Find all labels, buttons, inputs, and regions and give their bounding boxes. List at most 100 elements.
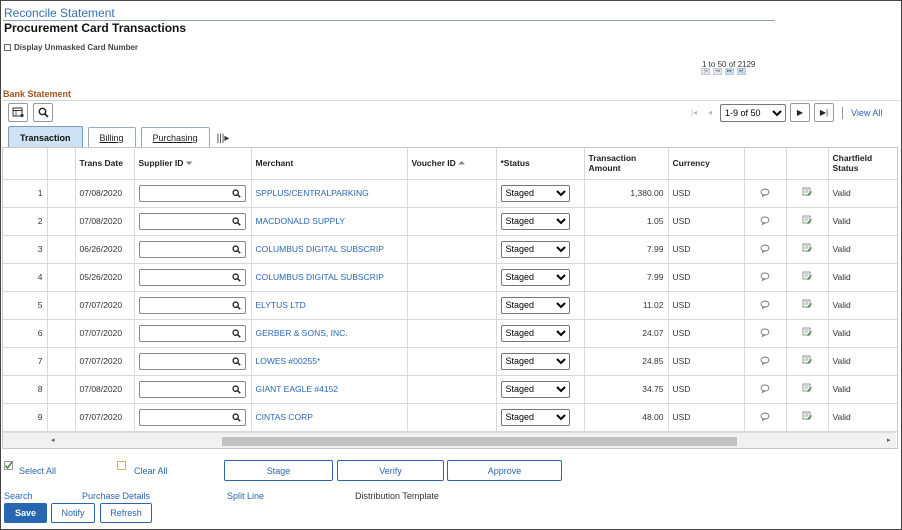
view-all-link[interactable]: View All (851, 108, 882, 118)
next-page-icon[interactable]: ▸▸ (725, 68, 734, 75)
stage-button[interactable]: Stage (224, 460, 333, 481)
status-select[interactable]: Staged (500, 408, 570, 426)
column-header-currency[interactable]: Currency (668, 148, 745, 180)
clear-all-link[interactable]: Clear All (134, 466, 168, 476)
supplier-id-input[interactable] (138, 240, 246, 258)
last-row-button[interactable]: ▶| (814, 103, 834, 122)
status-select[interactable]: Staged (500, 380, 570, 398)
status-select[interactable]: Staged (500, 240, 570, 258)
horizontal-scrollbar[interactable]: ◂ ▸ (3, 432, 896, 448)
status-select[interactable]: Staged (500, 296, 570, 314)
previous-row-icon[interactable]: ◂ (704, 104, 716, 122)
merchant-link[interactable]: COLUMBUS DIGITAL SUBSCRIP (256, 272, 384, 282)
comment-bubble-icon[interactable] (760, 300, 770, 310)
scroll-right-icon[interactable]: ▸ (887, 436, 891, 444)
distribution-edit-icon[interactable] (802, 411, 813, 421)
approve-button[interactable]: Approve (447, 460, 562, 481)
select-all-link[interactable]: Select All (19, 466, 56, 476)
merchant-link[interactable]: GIANT EAGLE #4152 (256, 384, 339, 394)
tab-purchasing[interactable]: Purchasing (140, 127, 210, 148)
distribution-edit-icon[interactable] (802, 327, 813, 337)
scrollbar-thumb[interactable] (222, 437, 737, 446)
verify-button[interactable]: Verify (337, 460, 444, 481)
merchant-link[interactable]: CINTAS CORP (256, 412, 313, 422)
column-header-status[interactable]: *Status (496, 148, 585, 180)
comment-bubble-icon[interactable] (760, 328, 770, 338)
supplier-id-input[interactable] (138, 268, 246, 286)
lookup-search-icon[interactable] (231, 328, 241, 338)
status-select[interactable]: Staged (500, 324, 570, 342)
column-header-trans-date[interactable]: Trans Date (75, 148, 135, 180)
lookup-search-icon[interactable] (231, 356, 241, 366)
find-button[interactable] (33, 103, 53, 122)
row-select-cell[interactable] (47, 179, 76, 208)
row-select-cell[interactable] (47, 263, 76, 292)
column-header-chartfield-status[interactable]: Chartfield Status (828, 148, 897, 180)
personalize-grid-button[interactable] (8, 103, 28, 122)
column-header-merchant[interactable]: Merchant (251, 148, 408, 180)
row-select-cell[interactable] (47, 207, 76, 236)
comment-bubble-icon[interactable] (760, 412, 770, 422)
lookup-search-icon[interactable] (231, 272, 241, 282)
column-header-supplier-id[interactable]: Supplier ID ⏷ (134, 148, 252, 180)
distribution-edit-icon[interactable] (802, 299, 813, 309)
supplier-id-input[interactable] (138, 408, 246, 426)
first-row-icon[interactable]: |◂ (688, 104, 700, 122)
comment-bubble-icon[interactable] (760, 272, 770, 282)
tab-transaction[interactable]: Transaction (8, 126, 83, 148)
distribution-edit-icon[interactable] (802, 187, 813, 197)
comment-bubble-icon[interactable] (760, 356, 770, 366)
show-all-columns-icon[interactable]: |||▸ (217, 133, 230, 148)
row-select-cell[interactable] (47, 403, 76, 432)
comment-bubble-icon[interactable] (760, 188, 770, 198)
row-select-cell[interactable] (47, 347, 76, 376)
column-header-transaction-amount[interactable]: Transaction Amount (584, 148, 669, 180)
notify-button[interactable]: Notify (51, 503, 95, 523)
clear-all-icon[interactable] (117, 461, 126, 472)
row-select-cell[interactable] (47, 375, 76, 404)
merchant-link[interactable]: COLUMBUS DIGITAL SUBSCRIP (256, 244, 384, 254)
lookup-search-icon[interactable] (231, 188, 241, 198)
supplier-id-input[interactable] (138, 380, 246, 398)
merchant-link[interactable]: ELYTUS LTD (256, 300, 306, 310)
distribution-edit-icon[interactable] (802, 355, 813, 365)
status-select[interactable]: Staged (500, 352, 570, 370)
distribution-edit-icon[interactable] (802, 383, 813, 393)
row-select-cell[interactable] (47, 235, 76, 264)
status-select[interactable]: Staged (500, 212, 570, 230)
merchant-link[interactable]: MACDONALD SUPPLY (256, 216, 346, 226)
merchant-link[interactable]: SPPLUS/CENTRALPARKING (256, 188, 369, 198)
select-all-icon[interactable] (4, 461, 13, 472)
status-select[interactable]: Staged (500, 268, 570, 286)
lookup-search-icon[interactable] (231, 384, 241, 394)
comment-bubble-icon[interactable] (760, 216, 770, 226)
next-row-button[interactable]: ▶ (790, 103, 810, 122)
split-line-link[interactable]: Split Line (227, 491, 264, 501)
previous-page-icon[interactable]: ◂◂ (713, 68, 722, 75)
supplier-id-input[interactable] (138, 352, 246, 370)
supplier-id-input[interactable] (138, 324, 246, 342)
comment-bubble-icon[interactable] (760, 384, 770, 394)
row-select-cell[interactable] (47, 319, 76, 348)
scroll-left-icon[interactable]: ◂ (51, 436, 55, 444)
purchase-details-link[interactable]: Purchase Details (82, 491, 150, 501)
merchant-link[interactable]: LOWES #00255* (256, 356, 321, 366)
row-select-cell[interactable] (47, 291, 76, 320)
lookup-search-icon[interactable] (231, 300, 241, 310)
save-button[interactable]: Save (4, 503, 47, 523)
lookup-search-icon[interactable] (231, 244, 241, 254)
distribution-edit-icon[interactable] (802, 271, 813, 281)
supplier-id-input[interactable] (138, 212, 246, 230)
merchant-link[interactable]: GERBER & SONS, INC. (256, 328, 348, 338)
unmask-card-checkbox[interactable] (4, 44, 11, 51)
lookup-search-icon[interactable] (231, 216, 241, 226)
status-select[interactable]: Staged (500, 184, 570, 202)
distribution-edit-icon[interactable] (802, 243, 813, 253)
first-page-icon[interactable]: |◂ (701, 68, 710, 75)
row-range-select[interactable]: 1-9 of 50 (720, 103, 786, 122)
supplier-id-input[interactable] (138, 296, 246, 314)
lookup-search-icon[interactable] (231, 412, 241, 422)
tab-billing[interactable]: Billing (87, 127, 136, 148)
comment-bubble-icon[interactable] (760, 244, 770, 254)
unmask-card-option[interactable]: Display Unmasked Card Number (4, 43, 138, 52)
